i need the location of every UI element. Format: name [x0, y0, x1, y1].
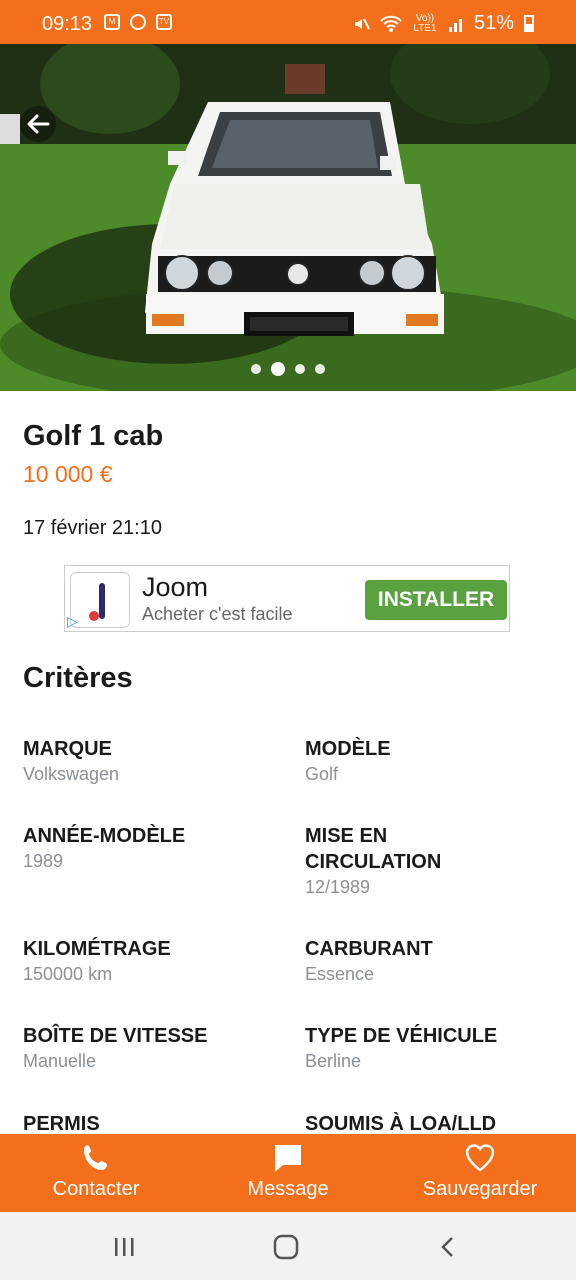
chat-bubble-icon [272, 1142, 304, 1174]
adchoices-icon[interactable]: ▷ [67, 611, 89, 631]
back-button[interactable] [20, 106, 56, 142]
battery-percent: 51% [473, 12, 514, 34]
ad-title: Joom [142, 572, 209, 602]
battery-icon [524, 15, 534, 32]
message-button[interactable]: Message [228, 1134, 348, 1212]
listing-title: Golf 1 cab [23, 420, 164, 452]
save-button[interactable]: Sauvegarder [408, 1134, 552, 1212]
phone-icon [80, 1142, 112, 1174]
wifi-icon [380, 15, 402, 32]
signal-icon [448, 18, 462, 32]
criterion-label: BOÎTE DE VITESSE [23, 1025, 208, 1047]
home-button[interactable] [266, 1232, 306, 1262]
criterion-vehicle-type: TYPE DE VÉHICULE Berline [305, 1023, 565, 1072]
contact-button[interactable]: Contacter [36, 1134, 156, 1212]
recent-apps-button[interactable] [105, 1232, 145, 1262]
car-photo [0, 44, 576, 391]
criterion-first-registration: MISE EN CIRCULATION 12/1989 [305, 823, 505, 898]
criterion-value: 150000 km [23, 964, 113, 984]
criterion-value: Manuelle [23, 1051, 97, 1071]
carousel-dot[interactable] [315, 364, 325, 374]
criterion-model: MODÈLE Golf [305, 736, 555, 785]
criterion-label: CARBURANT [305, 938, 433, 960]
carousel-dot-active[interactable] [271, 362, 285, 376]
back-nav-button[interactable] [428, 1232, 468, 1262]
listing-price: 10 000 € [23, 461, 113, 487]
gmail-icon: M [104, 14, 120, 30]
criterion-value: 12/1989 [305, 877, 371, 897]
ad-banner[interactable]: ▷ Joom Acheter c'est facile INSTALLER [64, 565, 510, 632]
criterion-fuel: CARBURANT Essence [305, 936, 555, 985]
criteria-heading: Critères [23, 662, 133, 694]
status-bar: 09:13 M TV Vo)) LTE1 51% [0, 0, 576, 44]
ad-install-button[interactable]: INSTALLER [365, 580, 507, 620]
listing-date: 17 février 21:10 [23, 517, 162, 539]
criterion-label: KILOMÉTRAGE [23, 938, 171, 960]
bfm-tv-icon: TV [156, 14, 172, 30]
criterion-label: TYPE DE VÉHICULE [305, 1025, 498, 1047]
notification-icons: M TV [104, 14, 172, 30]
criterion-label: MARQUE [23, 738, 112, 760]
network-type: Vo)) LTE1 [413, 12, 437, 34]
arrow-left-icon [27, 114, 50, 134]
carousel-dots [0, 362, 576, 376]
system-icons: Vo)) LTE1 51% [352, 12, 534, 35]
criterion-value: 1989 [23, 851, 64, 871]
message-label: Message [247, 1178, 329, 1200]
status-time: 09:13 [42, 13, 93, 35]
home-icon [273, 1234, 299, 1260]
save-label: Sauvegarder [422, 1178, 538, 1200]
recent-apps-icon [115, 1238, 134, 1256]
heart-icon [464, 1142, 496, 1174]
chevron-left-icon [441, 1237, 453, 1257]
mute-icon [354, 18, 370, 29]
contact-label: Contacter [52, 1178, 140, 1200]
action-bar: Contacter Message Sauvegarder [0, 1134, 576, 1212]
criterion-value: Berline [305, 1051, 362, 1071]
carousel-dot[interactable] [295, 364, 305, 374]
criterion-label: MODÈLE [305, 738, 391, 760]
listing-photo-carousel[interactable] [0, 44, 576, 391]
criterion-value: Golf [305, 764, 339, 784]
system-navigation-bar [0, 1212, 576, 1280]
criterion-gearbox: BOÎTE DE VITESSE Manuelle [23, 1023, 293, 1072]
criterion-label: ANNÉE-MODÈLE [23, 825, 186, 847]
criterion-model-year: ANNÉE-MODÈLE 1989 [23, 823, 273, 872]
criterion-value: Essence [305, 964, 375, 984]
criterion-brand: MARQUE Volkswagen [23, 736, 273, 785]
messenger-icon [130, 14, 146, 30]
criterion-value: Volkswagen [23, 764, 120, 784]
ad-subtitle: Acheter c'est facile [142, 604, 293, 624]
carousel-dot[interactable] [251, 364, 261, 374]
criterion-mileage: KILOMÉTRAGE 150000 km [23, 936, 273, 985]
criterion-label: MISE EN CIRCULATION [305, 825, 442, 873]
